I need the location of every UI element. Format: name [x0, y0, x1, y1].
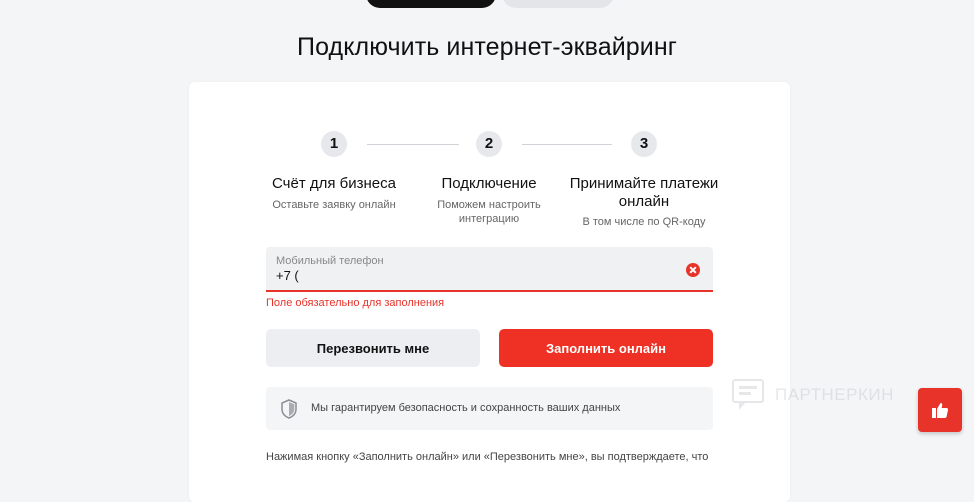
step-title-2: Подключение — [441, 175, 537, 192]
step-number-3: 3 — [631, 131, 657, 157]
step-number-1: 1 — [321, 131, 347, 157]
phone-input[interactable] — [276, 268, 676, 283]
thumbs-up-icon — [932, 403, 949, 418]
phone-field[interactable]: Мобильный телефон — [266, 247, 713, 292]
security-note-text: Мы гарантируем безопасность и сохранност… — [311, 402, 621, 414]
callback-button[interactable]: Перезвонить мне — [266, 329, 480, 367]
like-button[interactable] — [918, 388, 962, 432]
top-tab-inactive[interactable] — [502, 0, 614, 8]
close-circle-icon[interactable] — [686, 263, 700, 277]
page-title: Подключить интернет-эквайринг — [297, 33, 677, 61]
security-note-box: Мы гарантируем безопасность и сохранност… — [266, 387, 713, 430]
step-subtitle-2: Поможем настроить интеграцию — [437, 199, 541, 225]
step-connector — [522, 144, 612, 145]
step-number-2: 2 — [476, 131, 502, 157]
partnerkin-watermark: ПАРТНЕРКИН — [731, 375, 931, 415]
step-title-1: Счёт для бизнеса — [272, 175, 396, 192]
step-subtitle-3: В том числе по QR-коду — [582, 216, 706, 228]
phone-field-label: Мобильный телефон — [276, 255, 384, 267]
step-title-3: Принимайте платежи онлайн — [569, 175, 719, 210]
watermark-text: ПАРТНЕРКИН — [775, 385, 894, 404]
top-tab-active[interactable] — [366, 0, 496, 8]
step-subtitle-1: Оставьте заявку онлайн — [272, 199, 396, 211]
fill-online-button[interactable]: Заполнить онлайн — [499, 329, 713, 367]
phone-error-message: Поле обязательно для заполнения — [266, 297, 445, 309]
consent-disclaimer: Нажимая кнопку «Заполнить онлайн» или «П… — [266, 451, 709, 463]
watermark-logo-icon — [732, 379, 764, 410]
shield-icon — [281, 399, 297, 419]
step-connector — [367, 144, 459, 145]
